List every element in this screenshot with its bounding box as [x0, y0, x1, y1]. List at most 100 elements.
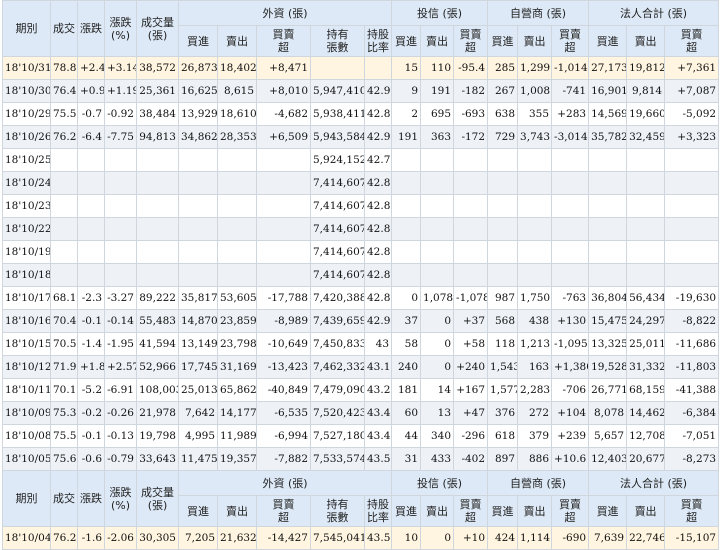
table-cell: -6,994 — [256, 424, 311, 448]
table-cell: +1,380 — [551, 355, 590, 379]
table-row: 18'10/31 78.8 +2.4 +3.14 38,572 26,873 18,402 +… — [2, 56, 720, 80]
table-cell — [453, 263, 489, 287]
table-cell — [664, 240, 720, 264]
table-cell — [178, 194, 218, 218]
row-date: 18'10/31 — [2, 56, 51, 80]
institutional-trading-table: 期別 成交 漲跌 漲跌 (%) 成交量 (張) 外資 (張) 投信 (張) 自營商 (張) 法人合計… — [2, 0, 720, 550]
table-cell — [104, 217, 137, 241]
table-cell: -8,273 — [664, 447, 720, 471]
table-cell — [77, 240, 105, 264]
table-cell — [217, 240, 257, 264]
table-cell: -7,882 — [256, 447, 311, 471]
table-cell: 7,479,090 — [310, 378, 365, 402]
table-cell: 13 — [420, 401, 455, 425]
table-cell: 18,610 — [217, 102, 257, 126]
table-cell: 70.4 — [50, 309, 78, 333]
table-cell: 10 — [391, 526, 422, 550]
table-cell: 110 — [420, 56, 455, 80]
table-cell — [588, 148, 628, 172]
table-cell — [104, 240, 137, 264]
table-row: 18'10/12 71.9 +1.8 +2.57 52,966 17,745 31,169-… — [2, 355, 720, 379]
table-cell — [256, 263, 311, 287]
table-cell: 363 — [420, 125, 455, 149]
row-date: 18'10/04 — [2, 526, 51, 550]
row-date: 18'10/15 — [2, 332, 51, 356]
table-cell: 43.5 — [363, 447, 393, 471]
table-cell: -19,630 — [664, 286, 720, 310]
table-cell: 14,569 — [588, 102, 628, 126]
table-cell — [217, 148, 257, 172]
table-cell: +10 — [453, 526, 489, 550]
table-cell — [217, 263, 257, 287]
table-cell — [517, 171, 553, 195]
header-change-pct: 漲跌 (%) — [104, 470, 137, 527]
header-sell: 賣出 — [217, 495, 257, 527]
header-buy: 買進 — [487, 25, 519, 57]
table-cell: +47 — [453, 401, 489, 425]
table-cell: 11,989 — [217, 424, 257, 448]
table-row: 18'10/17 68.1 -2.3 -3.27 89,222 35,817 53,605-… — [2, 286, 720, 310]
header-dealer-group: 自營商 (張) — [487, 0, 590, 26]
table-cell: -296 — [453, 424, 489, 448]
table-cell: 89,222 — [136, 286, 179, 310]
row-date: 18'10/24 — [2, 171, 51, 195]
table-cell — [391, 217, 422, 241]
table-cell — [487, 263, 519, 287]
table-cell: 42.8 — [363, 286, 393, 310]
header-sell: 賣出 — [626, 495, 666, 527]
table-cell — [363, 56, 393, 80]
table-cell: 1,213 — [517, 332, 553, 356]
header-buy: 買進 — [391, 495, 422, 527]
table-header: 期別 成交 漲跌 漲跌 (%) 成交量 (張) 外資 (張) 投信 (張) 自營商 (張) 法人合計… — [2, 0, 720, 57]
table-cell — [50, 263, 78, 287]
table-cell: 163 — [517, 355, 553, 379]
table-cell: +2.4 — [77, 56, 105, 80]
table-row: 18'10/30 76.4 +0.9 +1.19 25,361 16,625 8,615 +8… — [2, 79, 720, 103]
table-cell — [50, 194, 78, 218]
table-cell: 14,870 — [178, 309, 218, 333]
table-cell: 35,817 — [178, 286, 218, 310]
table-cell: 568 — [487, 309, 519, 333]
table-row: 18'10/26 76.2 -6.4 -7.75 94,813 34,862 28,353 +… — [2, 125, 720, 149]
table-cell — [310, 56, 365, 80]
table-cell — [664, 263, 720, 287]
header-trust-group: 投信 (張) — [391, 470, 489, 496]
table-cell: 0 — [420, 355, 455, 379]
table-cell — [453, 148, 489, 172]
table-cell — [626, 171, 666, 195]
table-cell: -3.27 — [104, 286, 137, 310]
header-net: 買賣超 — [453, 495, 489, 527]
table-cell — [104, 263, 137, 287]
table-cell: -1,078 — [453, 286, 489, 310]
table-cell — [256, 171, 311, 195]
table-cell: 8,615 — [217, 79, 257, 103]
table-cell: 7,205 — [178, 526, 218, 550]
table-cell: -0.1 — [77, 424, 105, 448]
table-cell: 22,746 — [626, 526, 666, 550]
table-cell: 7,414,607 — [310, 194, 365, 218]
header-close: 成交 — [50, 470, 78, 527]
table-cell: 56,434 — [626, 286, 666, 310]
table-cell: 13,149 — [178, 332, 218, 356]
table-cell: 9,814 — [626, 79, 666, 103]
table-cell: 272 — [517, 401, 553, 425]
table-cell — [517, 194, 553, 218]
table-cell: -6.91 — [104, 378, 137, 402]
table-cell: 75.5 — [50, 102, 78, 126]
table-cell: 21,632 — [217, 526, 257, 550]
table-row: 18'10/29 75.5 -0.7 -0.92 38,484 13,929 18,610-… — [2, 102, 720, 126]
table-cell: 42.8 — [363, 194, 393, 218]
table-cell — [588, 171, 628, 195]
header-close: 成交 — [50, 0, 78, 57]
row-date: 18'10/25 — [2, 148, 51, 172]
table-cell — [487, 148, 519, 172]
table-cell: 37 — [391, 309, 422, 333]
table-cell — [664, 148, 720, 172]
table-cell: 987 — [487, 286, 519, 310]
table-cell: 31,169 — [217, 355, 257, 379]
table-cell: -763 — [551, 286, 590, 310]
header-foreign-group: 外資 (張) — [177, 0, 393, 26]
header-change: 漲跌 — [77, 470, 105, 527]
table-cell — [420, 194, 455, 218]
table-row: 18'10/16 70.4 -0.1 -0.14 55,483 14,870 23,859-… — [2, 309, 720, 333]
